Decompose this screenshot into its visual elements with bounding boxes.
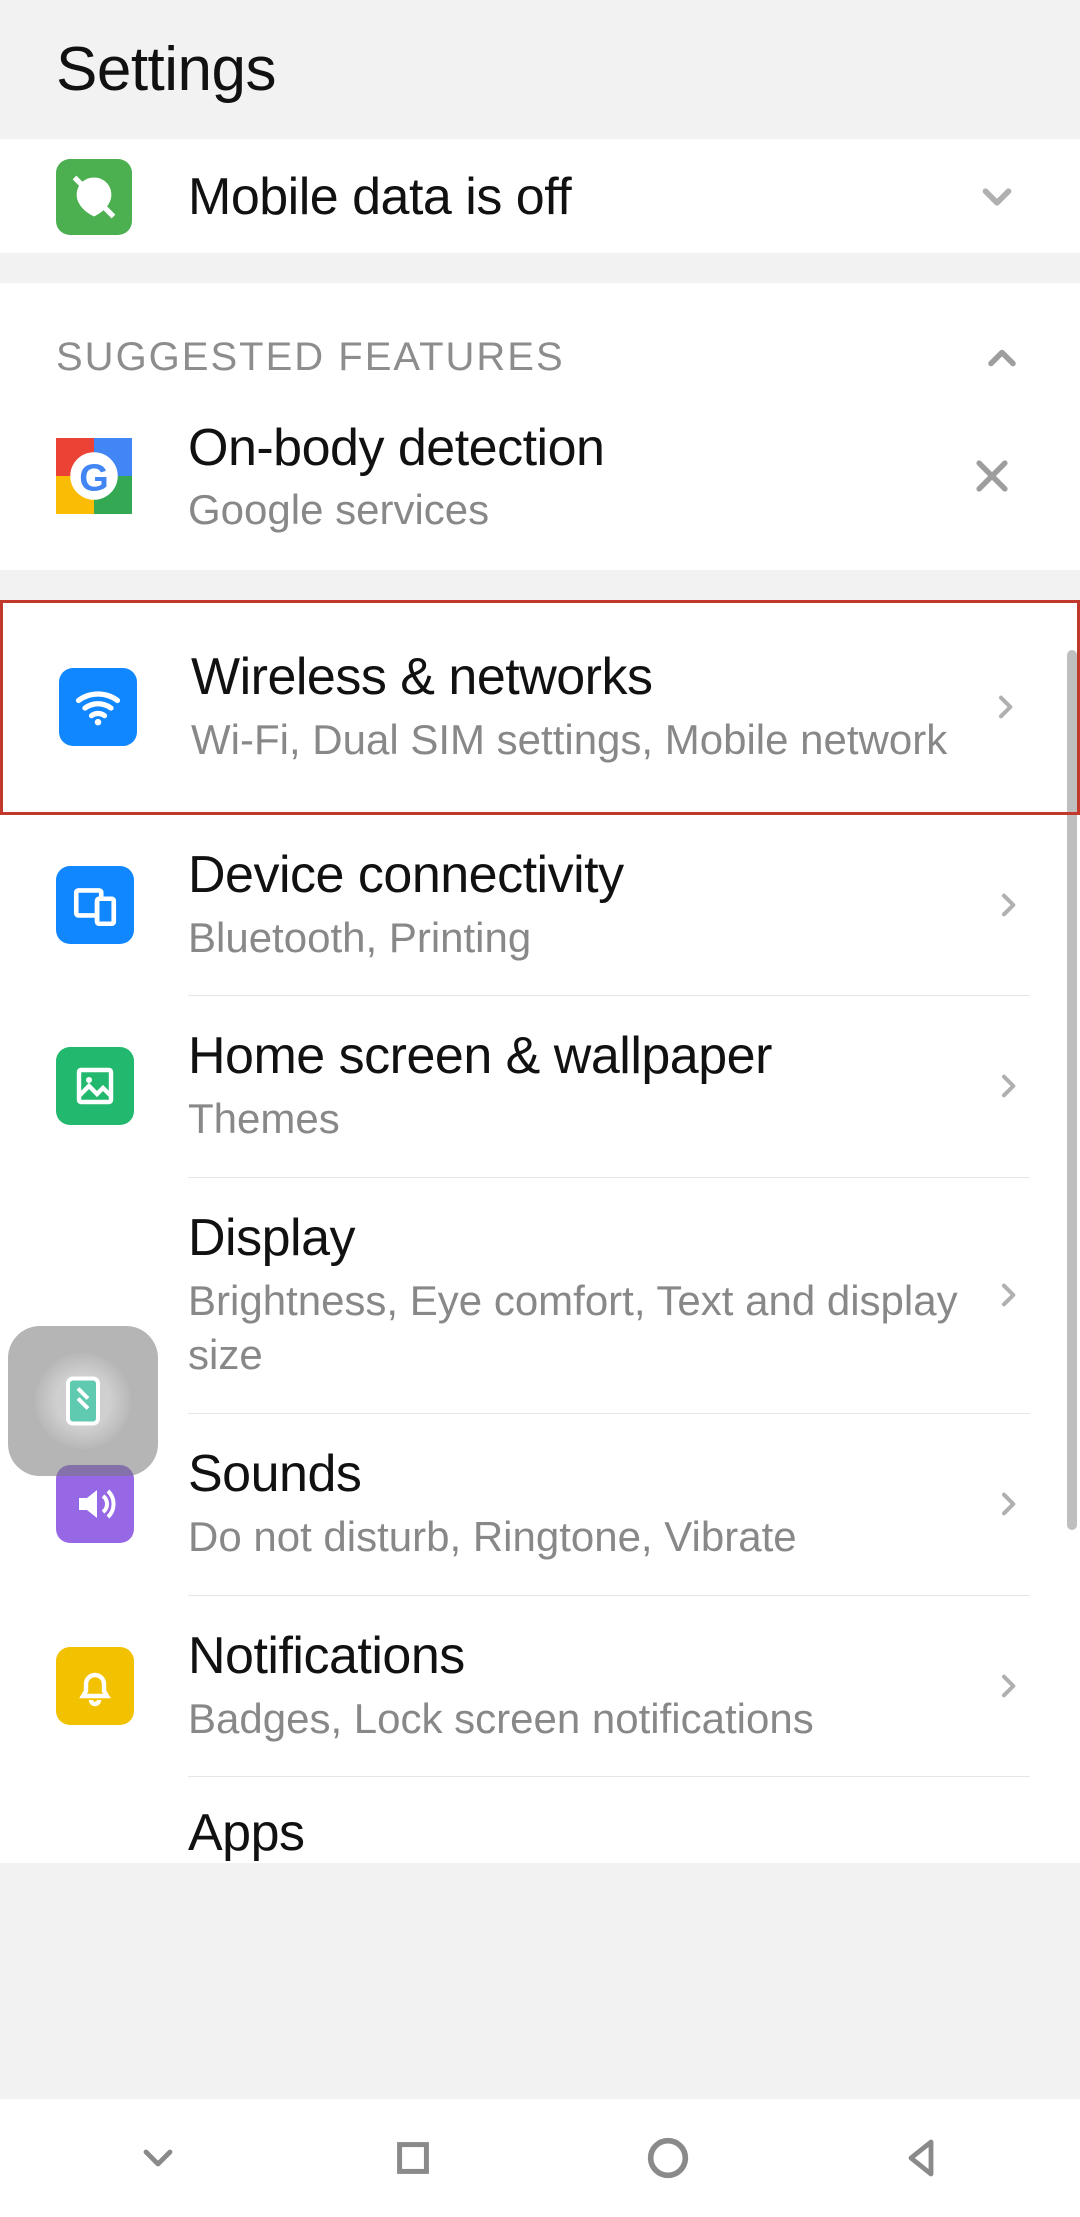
chevron-right-icon <box>992 1279 1024 1311</box>
item-title: Sounds <box>188 1444 972 1504</box>
item-subtitle: Bluetooth, Printing <box>188 911 972 966</box>
page-title: Settings <box>56 34 1080 105</box>
suggested-header-label: SUGGESTED FEATURES <box>56 335 980 380</box>
item-subtitle: Badges, Lock screen notifications <box>188 1692 972 1747</box>
devices-icon <box>56 866 134 944</box>
item-subtitle: Wi-Fi, Dual SIM settings, Mobile network <box>191 713 969 768</box>
item-notifications[interactable]: Notifications Badges, Lock screen notifi… <box>0 1596 1080 1777</box>
item-sounds[interactable]: Sounds Do not disturb, Ringtone, Vibrate <box>0 1414 1080 1595</box>
wallpaper-icon <box>56 1047 134 1125</box>
chevron-up-icon[interactable] <box>980 336 1024 380</box>
item-title: Home screen & wallpaper <box>188 1026 972 1086</box>
item-text: Notifications Badges, Lock screen notifi… <box>134 1626 992 1747</box>
mobile-data-status-row[interactable]: Mobile data is off <box>0 139 1080 253</box>
settings-list: Wireless & networks Wi-Fi, Dual SIM sett… <box>0 600 1080 1863</box>
leaf-off-icon <box>56 159 132 235</box>
section-gap <box>0 570 1080 600</box>
suggested-section: SUGGESTED FEATURES G On-body detection G… <box>0 283 1080 570</box>
item-title: Device connectivity <box>188 845 972 905</box>
suggested-item-title: On-body detection <box>188 418 960 478</box>
item-title: Wireless & networks <box>191 647 969 707</box>
status-card: Mobile data is off <box>0 139 1080 253</box>
item-subtitle: Do not disturb, Ringtone, Vibrate <box>188 1510 972 1565</box>
close-icon[interactable] <box>960 444 1024 508</box>
item-home-wallpaper[interactable]: Home screen & wallpaper Themes <box>0 996 1080 1177</box>
item-subtitle: Themes <box>188 1092 972 1147</box>
item-text: Apps <box>134 1803 1024 1863</box>
svg-text:G: G <box>79 457 109 499</box>
item-title: Display <box>188 1208 972 1268</box>
suggested-item-on-body-detection[interactable]: G On-body detection Google services <box>0 390 1080 570</box>
chevron-right-icon <box>992 889 1024 921</box>
chevron-right-icon <box>992 1488 1024 1520</box>
chevron-down-icon[interactable] <box>970 160 1024 234</box>
item-text: Sounds Do not disturb, Ringtone, Vibrate <box>134 1444 992 1565</box>
chevron-right-icon <box>989 691 1021 723</box>
speaker-icon <box>56 1465 134 1543</box>
system-nav-bar <box>0 2099 1080 2217</box>
item-text: Display Brightness, Eye comfort, Text an… <box>134 1208 992 1383</box>
item-title: Notifications <box>188 1626 972 1686</box>
suggested-item-subtitle: Google services <box>188 486 960 534</box>
nav-back[interactable] <box>883 2118 963 2198</box>
item-subtitle: Brightness, Eye comfort, Text and displa… <box>188 1274 972 1383</box>
suggested-item-text: On-body detection Google services <box>132 418 960 534</box>
assistive-touch-button[interactable] <box>8 1326 158 1476</box>
suggested-header-row[interactable]: SUGGESTED FEATURES <box>0 283 1080 390</box>
item-apps[interactable]: Apps <box>0 1777 1080 1863</box>
wifi-icon <box>59 668 137 746</box>
chevron-right-icon <box>992 1670 1024 1702</box>
mobile-data-status-label: Mobile data is off <box>132 167 970 227</box>
section-gap <box>0 253 1080 283</box>
item-text: Home screen & wallpaper Themes <box>134 1026 992 1147</box>
item-device-connectivity[interactable]: Device connectivity Bluetooth, Printing <box>0 815 1080 996</box>
chevron-right-icon <box>992 1070 1024 1102</box>
google-icon: G <box>56 438 132 514</box>
item-text: Wireless & networks Wi-Fi, Dual SIM sett… <box>137 647 989 768</box>
bell-icon <box>56 1647 134 1725</box>
nav-home[interactable] <box>628 2118 708 2198</box>
item-title: Apps <box>188 1803 1004 1863</box>
nav-hide-keyboard[interactable] <box>118 2118 198 2198</box>
app-header: Settings <box>0 0 1080 139</box>
item-wireless-networks[interactable]: Wireless & networks Wi-Fi, Dual SIM sett… <box>0 600 1080 815</box>
item-display[interactable]: Display Brightness, Eye comfort, Text an… <box>0 1178 1080 1413</box>
item-text: Device connectivity Bluetooth, Printing <box>134 845 992 966</box>
assistive-touch-inner <box>35 1353 131 1449</box>
nav-recents[interactable] <box>373 2118 453 2198</box>
